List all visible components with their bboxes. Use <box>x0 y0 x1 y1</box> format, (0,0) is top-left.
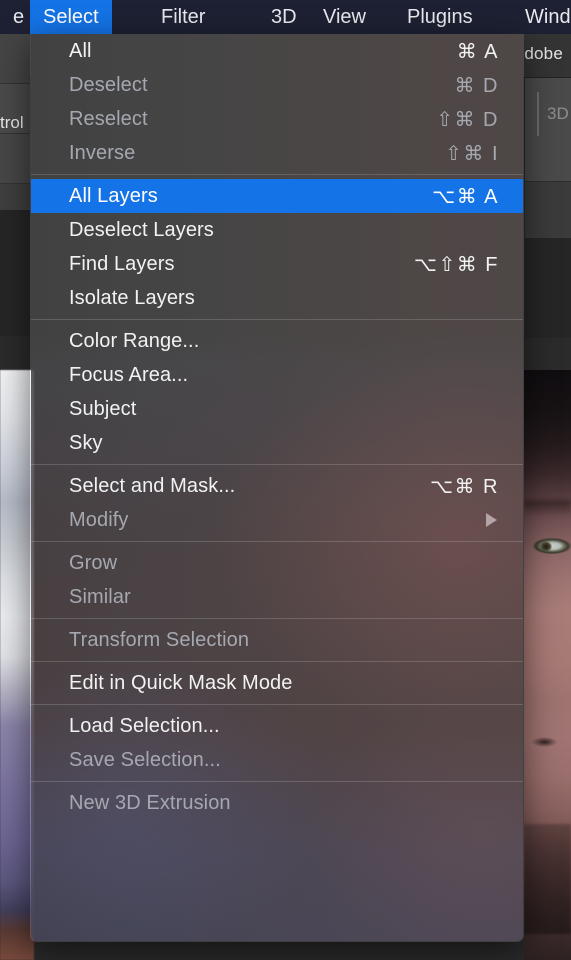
right-panel-3d-label: 3D <box>547 104 569 123</box>
menubar-item-plugins[interactable]: Plugins <box>394 0 486 34</box>
menu-item-find-layers[interactable]: Find Layers ⌥⇧⌘ F <box>31 247 523 281</box>
menu-separator <box>31 174 523 175</box>
menu-item-shortcut: ⌥⇧⌘ F <box>413 253 499 276</box>
menu-item-label: Grow <box>69 551 118 574</box>
menu-separator <box>31 618 523 619</box>
right-panel-empty-area <box>525 238 571 338</box>
menu-item-label: All <box>69 39 92 62</box>
menu-item-label: Similar <box>69 585 131 608</box>
menu-item-transform-selection: Transform Selection <box>31 623 523 657</box>
photo-eyebrow <box>524 500 571 516</box>
menu-item-all-layers[interactable]: All Layers ⌥⌘ A <box>31 179 523 213</box>
menu-item-new-3d-extrusion: New 3D Extrusion <box>31 786 523 820</box>
menu-separator <box>31 541 523 542</box>
menu-item-label: Color Range... <box>69 329 200 352</box>
menu-item-label: Sky <box>69 431 103 454</box>
menu-separator <box>31 781 523 782</box>
photo-pupil <box>538 539 554 554</box>
menu-item-label: Transform Selection <box>69 628 250 651</box>
menu-item-label: Inverse <box>69 141 136 164</box>
menu-item-inverse: Inverse ⇧⌘ I <box>31 136 523 170</box>
menu-item-similar: Similar <box>31 580 523 614</box>
menu-item-subject[interactable]: Subject <box>31 392 523 426</box>
menu-item-shortcut: ⇧⌘ I <box>445 142 499 165</box>
left-panel-row[interactable] <box>0 34 30 84</box>
menu-item-label: Edit in Quick Mask Mode <box>69 671 293 694</box>
menu-item-label: Modify <box>69 508 129 531</box>
app-window: dobe trol 3D All ⌘ A Deselect ⌘ D Reselect ⇧⌘… <box>0 0 571 960</box>
menu-item-save-selection: Save Selection... <box>31 743 523 777</box>
left-panel-truncated-label: trol <box>0 113 24 132</box>
menu-item-deselect: Deselect ⌘ D <box>31 68 523 102</box>
menu-item-color-range[interactable]: Color Range... <box>31 324 523 358</box>
options-bar-label: dobe <box>524 44 563 63</box>
menu-item-isolate-layers[interactable]: Isolate Layers <box>31 281 523 315</box>
submenu-chevron-right-icon <box>486 513 497 527</box>
menu-item-select-and-mask[interactable]: Select and Mask... ⌥⌘ R <box>31 469 523 503</box>
menubar-item-view[interactable]: View <box>310 0 379 34</box>
menu-item-label: Deselect Layers <box>69 218 214 241</box>
menu-item-label: New 3D Extrusion <box>69 791 231 814</box>
menu-item-label: Select and Mask... <box>69 474 236 497</box>
menu-separator <box>31 661 523 662</box>
menu-item-label: Focus Area... <box>69 363 189 386</box>
left-panel-empty-area <box>0 210 30 336</box>
menu-item-edit-in-quick-mask-mode[interactable]: Edit in Quick Mask Mode <box>31 666 523 700</box>
menu-item-deselect-layers[interactable]: Deselect Layers <box>31 213 523 247</box>
menu-item-shortcut: ⇧⌘ D <box>436 108 499 131</box>
menu-item-shortcut: ⌘ D <box>454 74 499 97</box>
menubar-item-select[interactable]: Select <box>30 0 112 34</box>
menu-item-label: Reselect <box>69 107 148 130</box>
menu-item-shortcut: ⌥⌘ R <box>429 475 499 498</box>
select-menu-dropdown[interactable]: All ⌘ A Deselect ⌘ D Reselect ⇧⌘ D Inverse ⇧⌘ I… <box>30 34 524 942</box>
menu-item-label: Subject <box>69 397 137 420</box>
photo-background-left <box>0 370 34 960</box>
menu-item-list: All ⌘ A Deselect ⌘ D Reselect ⇧⌘ D Inverse ⇧⌘ I… <box>31 34 523 941</box>
application-menu-bar[interactable]: e Select Filter 3D View Plugins Wind <box>0 0 571 34</box>
menubar-item-3d[interactable]: 3D <box>258 0 310 34</box>
menu-separator <box>31 319 523 320</box>
photo-nostril <box>524 734 558 750</box>
menu-item-label: All Layers <box>69 184 158 207</box>
menu-item-label: Save Selection... <box>69 748 221 771</box>
menu-item-grow: Grow <box>31 546 523 580</box>
photo-beard <box>524 824 571 934</box>
menu-item-reselect: Reselect ⇧⌘ D <box>31 102 523 136</box>
menu-item-label: Isolate Layers <box>69 286 195 309</box>
menu-item-label: Deselect <box>69 73 148 96</box>
menu-item-focus-area[interactable]: Focus Area... <box>31 358 523 392</box>
menubar-item-filter[interactable]: Filter <box>148 0 218 34</box>
right-tool-panel[interactable]: 3D <box>525 78 571 182</box>
menu-item-modify: Modify <box>31 503 523 537</box>
panel-divider <box>537 92 539 136</box>
menu-item-label: Find Layers <box>69 252 175 275</box>
left-panel-row[interactable] <box>0 134 30 184</box>
menu-separator <box>31 704 523 705</box>
menu-item-shortcut: ⌘ A <box>456 40 499 63</box>
menu-item-all[interactable]: All ⌘ A <box>31 34 523 68</box>
menu-item-label: Load Selection... <box>69 714 220 737</box>
menubar-item-wind[interactable]: Wind <box>512 0 571 34</box>
menu-item-sky[interactable]: Sky <box>31 426 523 460</box>
menu-separator <box>31 464 523 465</box>
menu-item-load-selection[interactable]: Load Selection... <box>31 709 523 743</box>
right-panel-lower[interactable] <box>525 182 571 238</box>
menu-item-shortcut: ⌥⌘ A <box>432 185 499 208</box>
